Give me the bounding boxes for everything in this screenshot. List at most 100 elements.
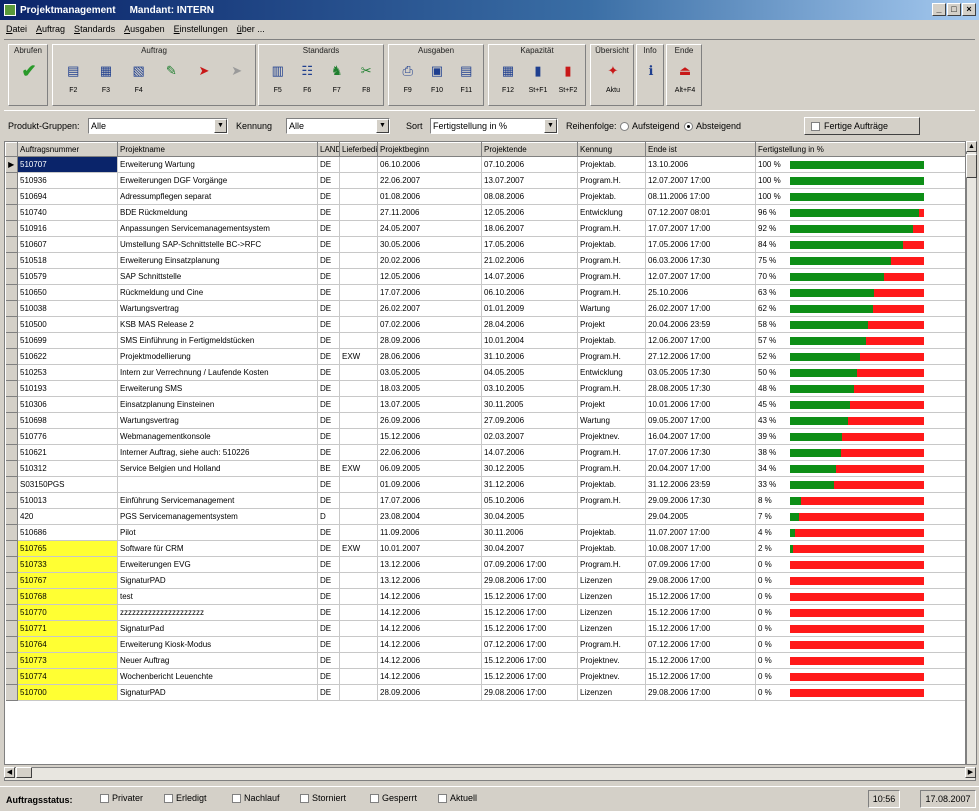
cell-kennung[interactable]: Program.H. (577, 492, 646, 509)
cell-lieferbeding[interactable]: EXW (339, 540, 378, 557)
cell-ende-ist[interactable]: 15.12.2006 17:00 (645, 668, 756, 685)
cell-auftragsnummer[interactable]: 510621 (17, 444, 118, 461)
cell-projektname[interactable]: PGS Servicemanagementsystem (117, 508, 318, 525)
disabled-button[interactable]: ➤ (226, 59, 248, 103)
row-indicator[interactable] (5, 204, 18, 221)
table-row[interactable]: 510650 Rückmeldung und Cine DE 17.07.2006 06… (5, 284, 965, 301)
cell-land[interactable]: DE (317, 332, 340, 349)
table-row[interactable]: 510765 Software für CRM DE EXW 10.01.2007 30.… (5, 540, 965, 557)
row-indicator[interactable] (5, 668, 18, 685)
table-row[interactable]: 510193 Erweiterung SMS DE 18.03.2005 03.10.2… (5, 380, 965, 397)
status-filter-gesperrt[interactable]: Gesperrt (370, 793, 417, 803)
cell-projektende[interactable]: 08.08.2006 (481, 188, 578, 205)
cell-projektname[interactable]: Erweiterung SMS (117, 380, 318, 397)
cell-projektbeginn[interactable]: 06.09.2005 (377, 460, 482, 477)
row-indicator[interactable] (5, 508, 18, 525)
cell-ende-ist[interactable]: 29.09.2006 17:30 (645, 492, 756, 509)
cell-fertigstellung[interactable]: 0 % (755, 572, 965, 589)
scroll-right-icon[interactable]: ▶ (965, 767, 976, 778)
cell-kennung[interactable]: Program.H. (577, 348, 646, 365)
cell-projektname[interactable]: Pilot (117, 524, 318, 541)
cell-land[interactable]: DE (317, 300, 340, 317)
cell-lieferbeding[interactable] (339, 188, 378, 205)
cell-lieferbeding[interactable] (339, 252, 378, 269)
table-row[interactable]: 510253 Intern zur Verrechnung / Laufende … (5, 364, 965, 381)
status-filter-aktuell[interactable]: Aktuell (438, 793, 477, 803)
cell-land[interactable]: DE (317, 188, 340, 205)
cell-ende-ist[interactable]: 29.08.2006 17:00 (645, 684, 756, 701)
col-auftragsnummer[interactable]: Auftragsnummer (17, 142, 118, 157)
row-indicator[interactable] (5, 188, 18, 205)
cell-ende-ist[interactable]: 20.04.2006 23:59 (645, 316, 756, 333)
cell-kennung[interactable] (577, 508, 646, 525)
status-filter-erledigt[interactable]: Erledigt (164, 793, 207, 803)
checkbox-box[interactable] (232, 793, 241, 803)
cell-projektende[interactable]: 30.11.2006 (481, 524, 578, 541)
cell-projektende[interactable]: 07.10.2006 (481, 156, 578, 173)
row-indicator[interactable] (5, 396, 18, 413)
cell-auftragsnummer[interactable]: 510607 (17, 236, 118, 253)
cell-auftragsnummer[interactable]: 510740 (17, 204, 118, 221)
cell-auftragsnummer[interactable]: 420 (17, 508, 118, 525)
cell-projektbeginn[interactable]: 14.12.2006 (377, 620, 482, 637)
row-indicator[interactable] (5, 540, 18, 557)
cell-ende-ist[interactable]: 10.08.2007 17:00 (645, 540, 756, 557)
cell-lieferbeding[interactable] (339, 412, 378, 429)
cell-fertigstellung[interactable]: 92 % (755, 220, 965, 237)
cell-ende-ist[interactable]: 12.07.2007 17:00 (645, 172, 756, 189)
new-order-button[interactable]: ▤ F2 (62, 59, 84, 103)
cell-ende-ist[interactable]: 29.08.2006 17:00 (645, 572, 756, 589)
cell-kennung[interactable]: Projekt (577, 396, 646, 413)
export-button[interactable]: ▤ F11 (455, 59, 477, 103)
cell-land[interactable]: DE (317, 412, 340, 429)
col-land[interactable]: LAND (317, 142, 340, 157)
row-indicator[interactable] (5, 524, 18, 541)
row-indicator[interactable] (5, 236, 18, 253)
table-row[interactable]: 510936 Erweiterungen DGF Vorgänge DE 22.06.… (5, 172, 965, 189)
cell-projektende[interactable]: 04.05.2005 (481, 364, 578, 381)
cell-lieferbeding[interactable] (339, 508, 378, 525)
cell-ende-ist[interactable]: 29.04.2005 (645, 508, 756, 525)
cell-projektende[interactable]: 30.04.2007 (481, 540, 578, 557)
scroll-thumb[interactable] (966, 154, 977, 178)
cell-land[interactable]: DE (317, 540, 340, 557)
cell-projektende[interactable]: 06.10.2006 (481, 284, 578, 301)
cell-auftragsnummer[interactable]: 510765 (17, 540, 118, 557)
cell-land[interactable]: DE (317, 684, 340, 701)
cell-fertigstellung[interactable]: 52 % (755, 348, 965, 365)
cell-fertigstellung[interactable]: 34 % (755, 460, 965, 477)
cell-land[interactable]: DE (317, 396, 340, 413)
assign-button[interactable]: ✎ (160, 59, 182, 103)
row-indicator[interactable] (5, 588, 18, 605)
cell-ende-ist[interactable]: 17.07.2006 17:30 (645, 444, 756, 461)
row-indicator[interactable] (5, 556, 18, 573)
cell-auftragsnummer[interactable]: 510622 (17, 348, 118, 365)
capacity-button[interactable]: ▦ F12 (497, 59, 519, 103)
cell-kennung[interactable]: Lizenzen (577, 604, 646, 621)
cell-projektende[interactable]: 27.09.2006 (481, 412, 578, 429)
table-row[interactable]: 510700 SignaturPAD DE 28.09.2006 29.08.2006 … (5, 684, 965, 701)
row-indicator[interactable] (5, 364, 18, 381)
cell-kennung[interactable]: Program.H. (577, 252, 646, 269)
cell-auftragsnummer[interactable]: 510694 (17, 188, 118, 205)
cell-projektende[interactable]: 02.03.2007 (481, 428, 578, 445)
cell-auftragsnummer[interactable]: 510768 (17, 588, 118, 605)
row-indicator[interactable] (5, 348, 18, 365)
cell-lieferbeding[interactable]: EXW (339, 460, 378, 477)
cell-ende-ist[interactable]: 07.12.2006 17:00 (645, 636, 756, 653)
cell-ende-ist[interactable]: 12.06.2007 17:00 (645, 332, 756, 349)
cell-land[interactable]: DE (317, 236, 340, 253)
cell-projektbeginn[interactable]: 15.12.2006 (377, 428, 482, 445)
cell-ende-ist[interactable]: 08.11.2006 17:00 (645, 188, 756, 205)
cell-projektbeginn[interactable]: 13.12.2006 (377, 572, 482, 589)
cell-projektname[interactable]: SignaturPAD (117, 684, 318, 701)
cell-kennung[interactable]: Program.H. (577, 172, 646, 189)
cell-auftragsnummer[interactable]: 510773 (17, 652, 118, 669)
capacity-chart2-button[interactable]: ▮ St+F2 (557, 59, 579, 103)
cell-lieferbeding[interactable] (339, 556, 378, 573)
table-row[interactable]: 510038 Wartungsvertrag DE 26.02.2007 01.01.2… (5, 300, 965, 317)
cell-ende-ist[interactable]: 15.12.2006 17:00 (645, 588, 756, 605)
kennung-select[interactable]: Alle ▼ (286, 118, 390, 134)
cell-land[interactable]: DE (317, 572, 340, 589)
cell-auftragsnummer[interactable]: 510707 (17, 156, 118, 173)
